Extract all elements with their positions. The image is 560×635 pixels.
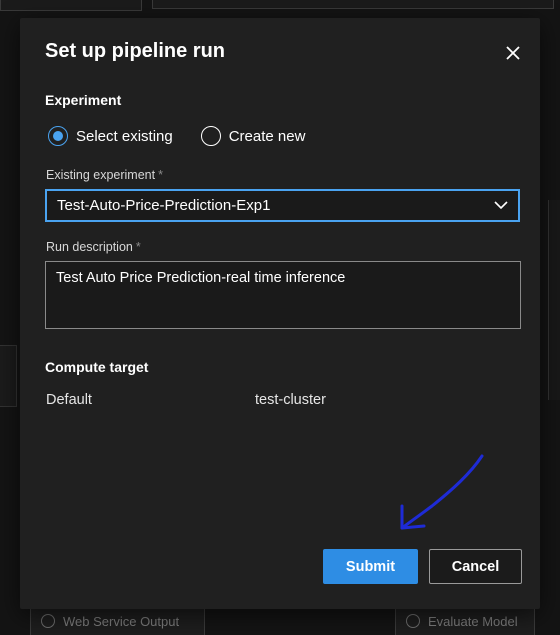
run-description-label: Run description * <box>46 240 141 254</box>
radio-select-existing[interactable]: Select existing <box>48 126 173 146</box>
annotation-arrow-icon <box>400 454 484 530</box>
dialog-title: Set up pipeline run <box>45 40 226 62</box>
compute-target-value: test-cluster <box>255 392 326 408</box>
required-marker: * <box>158 168 163 182</box>
background-panel-edge <box>0 345 17 407</box>
background-toolbar <box>0 0 142 11</box>
globe-icon <box>41 614 55 628</box>
dropdown-value: Test-Auto-Price-Prediction-Exp1 <box>57 197 271 214</box>
module-icon <box>406 614 420 628</box>
pipeline-run-dialog: Set up pipeline run Experiment Select ex… <box>20 18 540 609</box>
radio-create-new[interactable]: Create new <box>200 126 306 146</box>
radio-selected-icon <box>48 126 68 146</box>
existing-experiment-label: Existing experiment * <box>46 168 163 182</box>
radio-label: Select existing <box>76 127 173 145</box>
compute-target-key: Default <box>46 392 92 408</box>
experiment-radio-group: Select existing Create new <box>48 126 333 146</box>
radio-label: Create new <box>228 127 306 145</box>
cancel-button[interactable]: Cancel <box>429 549 522 584</box>
close-button[interactable] <box>500 40 526 66</box>
submit-button[interactable]: Submit <box>323 549 418 584</box>
experiment-section-label: Experiment <box>45 92 122 108</box>
run-description-field[interactable]: Test Auto Price Prediction-real time inf… <box>45 261 521 329</box>
compute-target-section-label: Compute target <box>45 359 149 375</box>
required-marker: * <box>135 240 141 254</box>
background-node-label: Web Service Output <box>63 613 180 629</box>
chevron-down-icon <box>494 201 508 210</box>
close-icon <box>506 46 520 60</box>
existing-experiment-dropdown[interactable]: Test-Auto-Price-Prediction-Exp1 <box>45 189 520 222</box>
run-description-label-text: Run description <box>46 240 133 254</box>
background-scrollbar <box>548 200 560 400</box>
radio-unselected-icon <box>200 126 221 146</box>
background-search-box <box>152 0 554 9</box>
background-node-label: Evaluate Model <box>428 613 518 629</box>
existing-experiment-label-text: Existing experiment <box>46 168 156 182</box>
